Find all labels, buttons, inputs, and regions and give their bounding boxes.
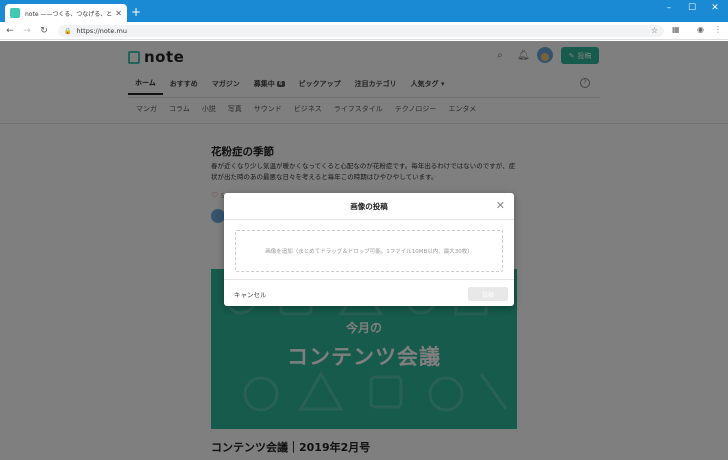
new-tab-icon[interactable]: + [131, 5, 141, 19]
minimize-button[interactable]: – [662, 3, 676, 13]
cancel-button[interactable]: キャンセル [234, 289, 267, 299]
close-icon[interactable]: ✕ [496, 199, 505, 212]
tab-title: note ——つくる、つなげる、とどける。 [25, 10, 113, 18]
reload-icon[interactable]: ↻ [37, 26, 51, 36]
back-icon[interactable]: ← [3, 26, 17, 36]
modal-title: 画像の投稿 [350, 202, 388, 211]
profile-icon[interactable]: ◉ [697, 25, 704, 34]
forward-icon[interactable]: → [20, 26, 34, 36]
url-text: https://note.mu [76, 27, 127, 35]
modal-footer: キャンセル 投稿 [224, 279, 514, 306]
menu-kebab-icon[interactable]: ⋮ [714, 25, 722, 34]
note-favicon-icon [10, 8, 20, 18]
submit-post-button[interactable]: 投稿 [468, 287, 508, 301]
extension-icon[interactable]: ▦ [672, 25, 680, 34]
browser-tab[interactable]: note ——つくる、つなげる、とどける。 ✕ [5, 4, 127, 22]
tab-close-icon[interactable]: ✕ [115, 9, 122, 18]
image-dropzone[interactable]: 画像を追加（まとめてドラッグ＆ドロップ可能。1ファイル10MB以内、最大30枚） [235, 230, 503, 272]
dropzone-instructions: 画像を追加（まとめてドラッグ＆ドロップ可能。1ファイル10MB以内、最大30枚） [265, 249, 473, 255]
maximize-button[interactable]: ☐ [685, 3, 699, 13]
browser-titlebar: note ——つくる、つなげる、とどける。 ✕ + – ☐ ✕ [0, 0, 728, 22]
modal-header: 画像の投稿 ✕ [224, 193, 514, 220]
image-upload-modal: 画像の投稿 ✕ 画像を追加（まとめてドラッグ＆ドロップ可能。1ファイル10MB以… [224, 193, 514, 306]
close-window-button[interactable]: ✕ [708, 3, 722, 13]
address-bar[interactable]: 🔒 https://note.mu ☆ [58, 25, 664, 37]
bookmark-star-icon[interactable]: ☆ [651, 26, 658, 35]
browser-toolbar: ← → ↻ 🔒 https://note.mu ☆ ▦ ◉ ⋮ [0, 22, 728, 40]
lock-icon: 🔒 [64, 27, 72, 35]
